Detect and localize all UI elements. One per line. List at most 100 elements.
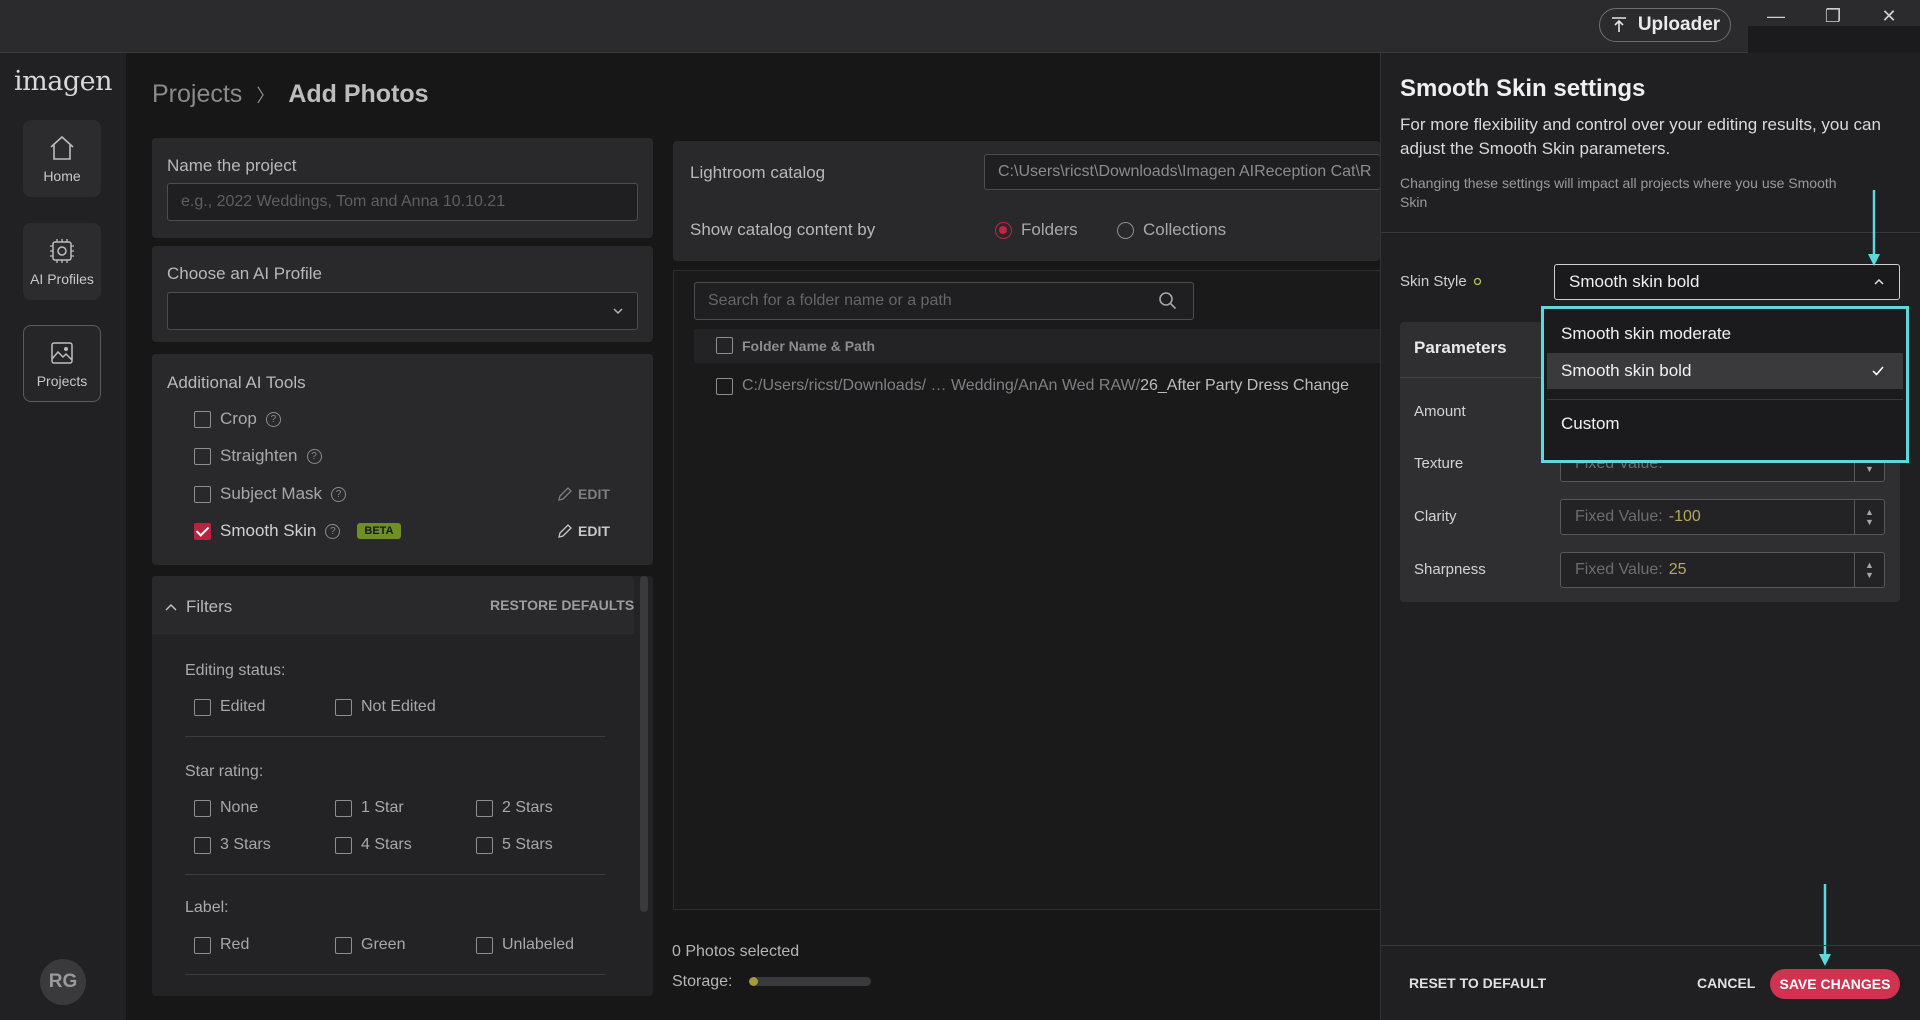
minimize-button[interactable]: —: [1749, 2, 1803, 30]
clarity-stepper[interactable]: ▲ ▼: [1854, 500, 1884, 534]
filter-red[interactable]: Red: [194, 936, 249, 954]
collections-radio-option[interactable]: Collections: [1117, 220, 1226, 240]
none-checkbox[interactable]: [194, 799, 211, 817]
help-icon[interactable]: ?: [331, 486, 347, 502]
texture-label: Texture: [1414, 455, 1464, 472]
filters-toggle[interactable]: Filters: [164, 597, 232, 617]
filter-1-star[interactable]: 1 Star: [335, 799, 404, 817]
cancel-button[interactable]: CANCEL: [1697, 975, 1755, 991]
tool-crop[interactable]: Crop ?: [194, 409, 281, 429]
check-icon: [1871, 365, 1885, 377]
filter-green[interactable]: Green: [335, 936, 405, 954]
1-star-checkbox[interactable]: [335, 799, 352, 817]
panel-title: Smooth Skin settings: [1400, 75, 1646, 102]
show-catalog-label: Show catalog content by: [690, 220, 876, 239]
subject-mask-checkbox[interactable]: [194, 485, 211, 503]
not-edited-checkbox[interactable]: [335, 698, 352, 716]
1-star-label: 1 Star: [361, 799, 404, 816]
straighten-checkbox[interactable]: [194, 447, 211, 465]
green-label: Green: [361, 936, 406, 953]
breadcrumb-projects[interactable]: Projects: [152, 80, 242, 109]
ai-tools-title: Additional AI Tools: [167, 373, 306, 392]
folder-row[interactable]: C:/Users/ricst/Downloads/ … Wedding/AnAn…: [716, 377, 1349, 395]
sharpness-stepper[interactable]: ▲ ▼: [1854, 553, 1884, 587]
skin-style-select[interactable]: Smooth skin bold: [1554, 264, 1900, 300]
green-checkbox[interactable]: [335, 936, 352, 954]
tool-subject-mask[interactable]: Subject Mask ?: [194, 484, 347, 504]
folder-path-dim: C:/Users/ricst/Downloads/ … Wedding/AnAn…: [742, 377, 1141, 394]
smooth-skin-checkbox[interactable]: [194, 522, 211, 540]
filter-4-stars[interactable]: 4 Stars: [335, 836, 412, 854]
projects-icon: [47, 339, 77, 367]
user-avatar[interactable]: RG: [40, 959, 86, 1005]
5-stars-checkbox[interactable]: [476, 836, 493, 854]
restore-button[interactable]: ❐: [1806, 2, 1860, 30]
5-stars-label: 5 Stars: [502, 836, 553, 853]
uploader-button[interactable]: Uploader: [1599, 8, 1731, 42]
tool-smooth-skin[interactable]: Smooth Skin ? BETA: [194, 521, 401, 541]
filter-none[interactable]: None: [194, 799, 258, 817]
ai-profile-label: Choose an AI Profile: [167, 264, 322, 283]
3-stars-checkbox[interactable]: [194, 836, 211, 854]
filter-2-stars[interactable]: 2 Stars: [476, 799, 553, 817]
restore-defaults-button[interactable]: RESTORE DEFAULTS: [490, 597, 634, 613]
minimize-icon: —: [1767, 5, 1785, 26]
folder-row-checkbox[interactable]: [716, 377, 733, 395]
clarity-input[interactable]: Fixed Value: -100 ▲ ▼: [1560, 499, 1885, 535]
filter-not-edited[interactable]: Not Edited: [335, 698, 436, 716]
dropdown-option-bold[interactable]: Smooth skin bold: [1547, 353, 1903, 389]
crop-label: Crop: [220, 409, 257, 428]
folder-header-row: Folder Name & Path: [716, 337, 875, 354]
sharpness-input[interactable]: Fixed Value: 25 ▲ ▼: [1560, 552, 1885, 588]
storage-label: Storage:: [672, 973, 733, 990]
filters-scrollbar[interactable]: [640, 576, 648, 912]
reset-to-default-button[interactable]: RESET TO DEFAULT: [1409, 975, 1546, 991]
nav-ai-profiles[interactable]: AI Profiles: [23, 223, 101, 300]
help-icon[interactable]: ?: [325, 523, 341, 539]
dropdown-divider: [1547, 399, 1903, 400]
nav-home[interactable]: Home: [23, 120, 101, 197]
project-name-input[interactable]: e.g., 2022 Weddings, Tom and Anna 10.10.…: [167, 183, 638, 221]
subject-mask-label: Subject Mask: [220, 484, 323, 503]
folders-radio[interactable]: [995, 221, 1012, 239]
folder-search-input[interactable]: Search for a folder name or a path: [694, 282, 1194, 320]
clarity-label: Clarity: [1414, 508, 1457, 525]
filter-5-stars[interactable]: 5 Stars: [476, 836, 553, 854]
folders-radio-option[interactable]: Folders: [995, 220, 1078, 240]
dropdown-option-custom[interactable]: Custom: [1547, 404, 1903, 444]
2-stars-checkbox[interactable]: [476, 799, 493, 817]
close-button[interactable]: ✕: [1862, 2, 1916, 30]
smooth-skin-edit-label: EDIT: [578, 523, 610, 539]
help-icon[interactable]: ?: [306, 448, 322, 464]
filter-unlabeled[interactable]: Unlabeled: [476, 936, 574, 954]
filter-edited[interactable]: Edited: [194, 698, 265, 716]
straighten-label: Straighten: [220, 446, 298, 465]
editing-status-label: Editing status:: [185, 662, 286, 679]
lightroom-catalog-path[interactable]: C:\Users\ricst\Downloads\Imagen AIRecept…: [984, 154, 1380, 190]
option-label: Smooth skin moderate: [1561, 324, 1732, 343]
nav-projects[interactable]: Projects: [23, 325, 101, 402]
folders-label: Folders: [1021, 220, 1078, 239]
save-changes-button[interactable]: SAVE CHANGES: [1770, 969, 1900, 999]
folder-path-bright: 26_After Party Dress Change: [1140, 377, 1350, 394]
4-stars-checkbox[interactable]: [335, 836, 352, 854]
not-edited-label: Not Edited: [361, 698, 436, 715]
sharpness-prefix: Fixed Value:: [1575, 561, 1663, 578]
nav-projects-label: Projects: [36, 372, 88, 389]
red-checkbox[interactable]: [194, 936, 211, 954]
ai-profile-select[interactable]: [167, 292, 638, 330]
option-label: Smooth skin bold: [1561, 361, 1692, 380]
subject-mask-edit[interactable]: EDIT: [557, 486, 610, 502]
smooth-skin-edit[interactable]: EDIT: [557, 523, 610, 539]
breadcrumb-separator: 〉: [256, 85, 275, 106]
help-icon[interactable]: ?: [265, 411, 281, 427]
search-icon[interactable]: [1158, 291, 1178, 311]
collections-radio[interactable]: [1117, 221, 1134, 239]
select-all-checkbox[interactable]: [716, 337, 733, 354]
crop-checkbox[interactable]: [194, 410, 211, 428]
tool-straighten[interactable]: Straighten ?: [194, 446, 322, 466]
dropdown-option-moderate[interactable]: Smooth skin moderate: [1547, 317, 1903, 351]
edited-checkbox[interactable]: [194, 698, 211, 716]
unlabeled-checkbox[interactable]: [476, 936, 493, 954]
filter-3-stars[interactable]: 3 Stars: [194, 836, 271, 854]
